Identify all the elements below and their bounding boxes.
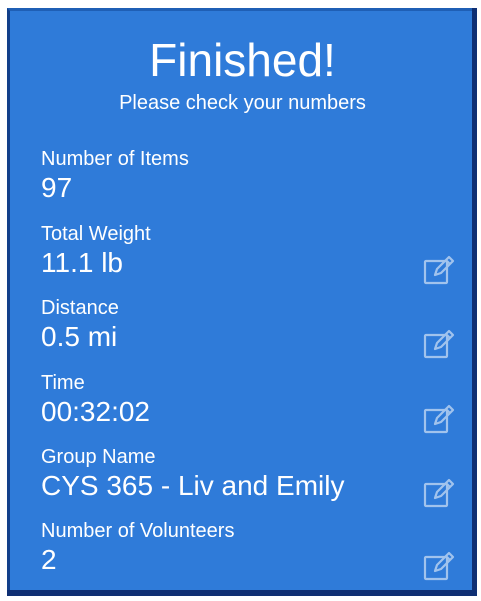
time-value: 00:32:02 (41, 396, 150, 427)
summary-panel: Finished! Please check your numbers Numb… (7, 8, 475, 593)
edit-icon (423, 329, 455, 359)
edit-icon (423, 404, 455, 434)
group-name-value: CYS 365 - Liv and Emily (41, 470, 345, 501)
panel-bottom-border (7, 590, 477, 596)
field-group-name: Group Name CYS 365 - Liv and Emily (41, 445, 461, 503)
number-of-items-value: 97 (41, 172, 73, 203)
panel-right-border (472, 8, 477, 593)
time-label: Time (41, 372, 85, 394)
edit-total-weight-icon[interactable] (421, 253, 457, 289)
group-name-label: Group Name (41, 446, 156, 468)
edit-icon (423, 255, 455, 285)
edit-distance-icon[interactable] (421, 327, 457, 363)
total-weight-label: Total Weight (41, 223, 151, 245)
number-of-volunteers-value: 2 (41, 544, 57, 575)
number-of-volunteers-label: Number of Volunteers (41, 520, 235, 542)
field-distance: Distance 0.5 mi (41, 296, 461, 354)
screen: Finished! Please check your numbers Numb… (0, 0, 481, 601)
page-title: Finished! (149, 34, 336, 86)
field-time: Time 00:32:02 (41, 371, 461, 429)
field-number-of-volunteers: Number of Volunteers 2 (41, 519, 461, 577)
edit-number-of-volunteers-icon[interactable] (421, 549, 457, 585)
edit-icon (423, 551, 455, 581)
total-weight-value: 11.1 lb (41, 247, 123, 278)
edit-icon (423, 478, 455, 508)
distance-value: 0.5 mi (41, 321, 118, 352)
edit-time-icon[interactable] (421, 402, 457, 438)
distance-label: Distance (41, 297, 119, 319)
field-number-of-items: Number of Items 97 (41, 147, 461, 205)
edit-group-name-icon[interactable] (421, 476, 457, 512)
number-of-items-label: Number of Items (41, 148, 189, 170)
page-subtitle: Please check your numbers (119, 92, 366, 114)
field-total-weight: Total Weight 11.1 lb (41, 222, 461, 280)
